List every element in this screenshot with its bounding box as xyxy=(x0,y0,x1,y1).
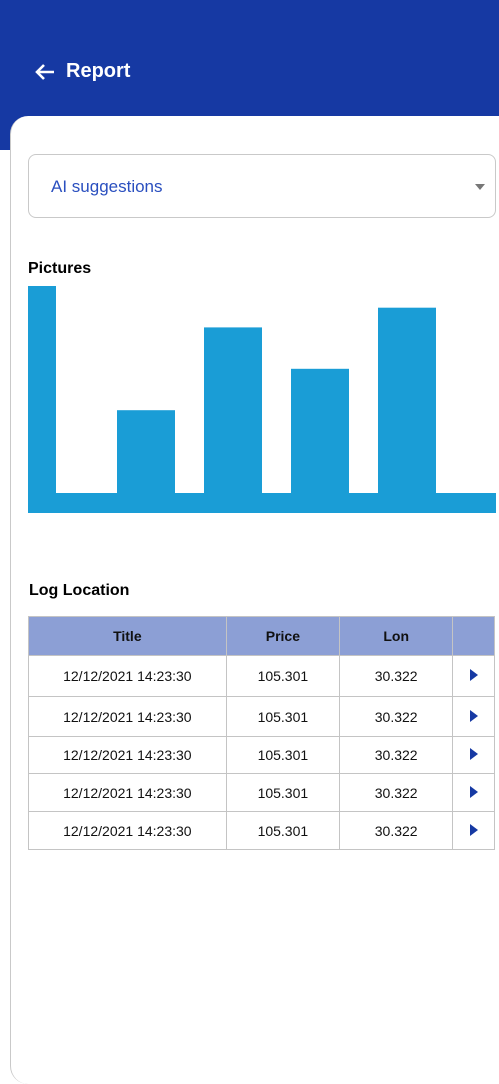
caret-right-icon[interactable] xyxy=(469,669,478,681)
row-action-cell xyxy=(452,696,495,737)
pictures-bar-chart xyxy=(28,286,496,513)
column-header-lon: Lon xyxy=(339,616,454,656)
suggestions-select-value: AI suggestions xyxy=(51,177,163,196)
row-action-cell xyxy=(452,736,495,774)
chart-bar-2 xyxy=(204,327,262,493)
arrow-left-icon xyxy=(34,61,56,83)
cell-title: 12/12/2021 14:23:30 xyxy=(28,773,227,812)
cell-price: 105.301 xyxy=(225,696,341,737)
cell-price: 105.301 xyxy=(225,811,341,850)
cell-lon: 30.322 xyxy=(339,696,454,737)
report-screen: Report AI suggestions Pictures Log Locat… xyxy=(0,0,499,1084)
caret-down-icon xyxy=(475,184,485,190)
back-button[interactable]: Report xyxy=(34,60,130,83)
table-header-row: Title Price Lon xyxy=(28,616,495,656)
caret-right-icon[interactable] xyxy=(469,785,478,798)
log-location-table: Title Price Lon 12/12/2021 14:23:30 105.… xyxy=(28,616,495,850)
table-row[interactable]: 12/12/2021 14:23:30 105.301 30.322 xyxy=(28,736,495,774)
cell-lon: 30.322 xyxy=(339,811,454,850)
table-row[interactable]: 12/12/2021 14:23:30 105.301 30.322 xyxy=(28,811,495,850)
cell-title: 12/12/2021 14:23:30 xyxy=(28,811,227,850)
table-row[interactable]: 12/12/2021 14:23:30 105.301 30.322 xyxy=(28,696,495,737)
cell-price: 105.301 xyxy=(225,655,341,697)
cell-lon: 30.322 xyxy=(339,655,454,697)
table-row[interactable]: 12/12/2021 14:23:30 105.301 30.322 xyxy=(28,773,495,812)
chart-bar-4 xyxy=(378,307,436,493)
content-sheet: AI suggestions Pictures Log Location Tit… xyxy=(10,116,499,1084)
chart-bar-3 xyxy=(291,368,349,493)
caret-right-icon[interactable] xyxy=(469,709,478,722)
row-action-cell xyxy=(452,655,495,697)
cell-price: 105.301 xyxy=(225,736,341,774)
column-header-price: Price xyxy=(225,616,341,656)
column-header-action xyxy=(452,616,495,656)
chart-y-axis xyxy=(28,286,56,513)
cell-title: 12/12/2021 14:23:30 xyxy=(28,736,227,774)
row-action-cell xyxy=(452,773,495,812)
cell-price: 105.301 xyxy=(225,773,341,812)
cell-lon: 30.322 xyxy=(339,773,454,812)
log-location-title: Log Location xyxy=(29,582,130,599)
page-title: Report xyxy=(66,60,131,82)
chart-bar-1 xyxy=(117,410,175,493)
cell-lon: 30.322 xyxy=(339,736,454,774)
suggestions-select[interactable]: AI suggestions xyxy=(28,154,496,218)
column-header-title: Title xyxy=(28,616,227,656)
caret-right-icon[interactable] xyxy=(469,748,478,760)
cell-title: 12/12/2021 14:23:30 xyxy=(28,655,227,697)
chart-x-axis xyxy=(28,493,496,513)
row-action-cell xyxy=(452,811,495,850)
caret-right-icon[interactable] xyxy=(469,823,478,836)
table-row[interactable]: 12/12/2021 14:23:30 105.301 30.322 xyxy=(28,655,495,697)
pictures-title: Pictures xyxy=(28,260,92,277)
cell-title: 12/12/2021 14:23:30 xyxy=(28,696,227,737)
